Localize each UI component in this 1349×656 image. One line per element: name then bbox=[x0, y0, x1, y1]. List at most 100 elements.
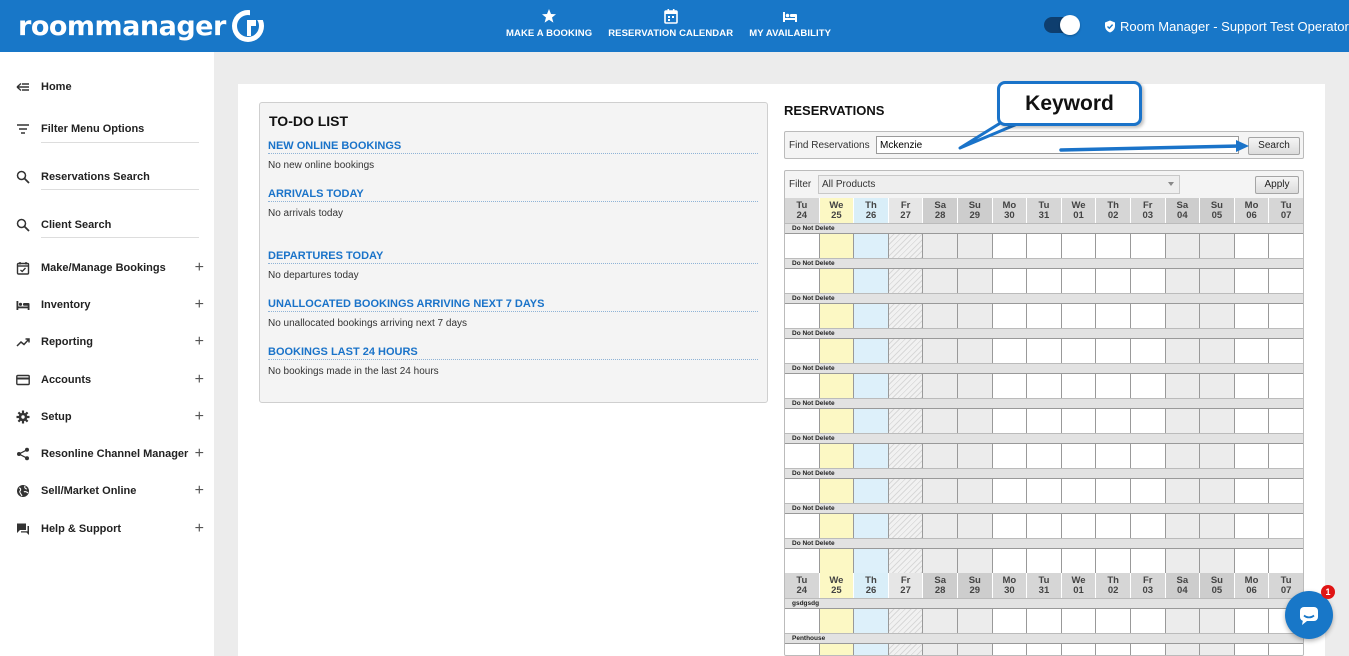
availability-cell[interactable] bbox=[1096, 444, 1131, 468]
availability-cell[interactable] bbox=[957, 444, 993, 468]
availability-cell[interactable] bbox=[854, 514, 889, 538]
availability-cell[interactable] bbox=[1096, 339, 1131, 363]
availability-cell[interactable] bbox=[1234, 444, 1270, 468]
availability-cell[interactable] bbox=[854, 234, 889, 258]
availability-cell[interactable] bbox=[1096, 479, 1131, 503]
availability-cell[interactable] bbox=[819, 304, 855, 328]
availability-cell[interactable] bbox=[1130, 514, 1166, 538]
availability-cell[interactable] bbox=[992, 644, 1028, 655]
availability-cell[interactable] bbox=[819, 644, 855, 655]
availability-cell[interactable] bbox=[1234, 374, 1270, 398]
availability-cell[interactable] bbox=[957, 479, 993, 503]
expand-plus-icon[interactable]: + bbox=[195, 520, 204, 538]
expand-plus-icon[interactable]: + bbox=[195, 408, 204, 426]
availability-cell[interactable] bbox=[1130, 409, 1166, 433]
sidebar-item-help-support[interactable]: Help & Support + bbox=[16, 519, 206, 539]
availability-cell[interactable] bbox=[957, 374, 993, 398]
availability-cell[interactable] bbox=[992, 234, 1028, 258]
availability-cell[interactable] bbox=[1027, 444, 1062, 468]
availability-cell[interactable] bbox=[992, 339, 1028, 363]
availability-cell[interactable] bbox=[1234, 609, 1270, 633]
availability-cell[interactable] bbox=[992, 269, 1028, 293]
availability-cell[interactable] bbox=[1234, 514, 1270, 538]
availability-cell[interactable] bbox=[923, 609, 958, 633]
availability-cell[interactable] bbox=[1130, 339, 1166, 363]
availability-cell[interactable] bbox=[1130, 479, 1166, 503]
availability-cell[interactable] bbox=[819, 269, 855, 293]
availability-cell[interactable] bbox=[1027, 409, 1062, 433]
availability-cell[interactable] bbox=[854, 269, 889, 293]
availability-cell[interactable] bbox=[854, 374, 889, 398]
availability-cell[interactable] bbox=[957, 549, 993, 573]
expand-plus-icon[interactable]: + bbox=[195, 259, 204, 277]
availability-cell[interactable] bbox=[1165, 644, 1201, 655]
sidebar-item-reservations-search[interactable]: Reservations Search bbox=[16, 167, 206, 187]
availability-cell[interactable] bbox=[992, 479, 1028, 503]
availability-cell[interactable] bbox=[923, 514, 958, 538]
date-header-cell[interactable]: Mo 30 bbox=[992, 198, 1028, 223]
availability-cell[interactable] bbox=[785, 479, 820, 503]
sidebar-item-sell-market-online[interactable]: Sell/Market Online + bbox=[16, 481, 206, 501]
todo-heading[interactable]: DEPARTURES TODAY bbox=[268, 250, 758, 264]
availability-cell[interactable] bbox=[854, 479, 889, 503]
availability-cell[interactable] bbox=[923, 269, 958, 293]
availability-cell[interactable] bbox=[1165, 514, 1201, 538]
date-header-cell[interactable]: Su 29 bbox=[957, 573, 993, 598]
apply-button[interactable]: Apply bbox=[1255, 176, 1299, 194]
expand-plus-icon[interactable]: + bbox=[195, 482, 204, 500]
availability-cell[interactable] bbox=[888, 304, 924, 328]
availability-cell[interactable] bbox=[1130, 234, 1166, 258]
availability-cell[interactable] bbox=[1027, 339, 1062, 363]
availability-cell[interactable] bbox=[1234, 339, 1270, 363]
date-header-cell[interactable]: Fr 27 bbox=[888, 198, 924, 223]
availability-cell[interactable] bbox=[888, 644, 924, 655]
todo-heading[interactable]: NEW ONLINE BOOKINGS bbox=[268, 140, 758, 154]
availability-cell[interactable] bbox=[1130, 644, 1166, 655]
availability-cell[interactable] bbox=[1061, 234, 1097, 258]
availability-cell[interactable] bbox=[888, 514, 924, 538]
availability-cell[interactable] bbox=[1269, 304, 1303, 328]
date-header-cell[interactable]: We 01 bbox=[1061, 198, 1097, 223]
date-header-cell[interactable]: Su 05 bbox=[1200, 573, 1235, 598]
availability-cell[interactable] bbox=[854, 409, 889, 433]
availability-cell[interactable] bbox=[992, 549, 1028, 573]
date-header-cell[interactable]: Fr 03 bbox=[1130, 198, 1166, 223]
availability-cell[interactable] bbox=[957, 609, 993, 633]
availability-cell[interactable] bbox=[1096, 609, 1131, 633]
availability-cell[interactable] bbox=[1200, 514, 1235, 538]
availability-cell[interactable] bbox=[785, 304, 820, 328]
availability-cell[interactable] bbox=[854, 644, 889, 655]
availability-cell[interactable] bbox=[1200, 234, 1235, 258]
availability-cell[interactable] bbox=[819, 339, 855, 363]
availability-cell[interactable] bbox=[1130, 374, 1166, 398]
availability-cell[interactable] bbox=[819, 234, 855, 258]
date-header-cell[interactable]: Th 02 bbox=[1096, 198, 1131, 223]
availability-cell[interactable] bbox=[785, 234, 820, 258]
availability-cell[interactable] bbox=[923, 644, 958, 655]
availability-cell[interactable] bbox=[854, 549, 889, 573]
availability-cell[interactable] bbox=[1027, 374, 1062, 398]
availability-cell[interactable] bbox=[957, 339, 993, 363]
availability-cell[interactable] bbox=[1027, 549, 1062, 573]
availability-cell[interactable] bbox=[1269, 549, 1303, 573]
date-header-cell[interactable]: Mo 06 bbox=[1234, 198, 1270, 223]
nav-make-a-booking[interactable]: MAKE A BOOKING bbox=[498, 8, 600, 39]
expand-plus-icon[interactable]: + bbox=[195, 445, 204, 463]
availability-cell[interactable] bbox=[923, 339, 958, 363]
availability-cell[interactable] bbox=[923, 374, 958, 398]
availability-cell[interactable] bbox=[1061, 339, 1097, 363]
availability-cell[interactable] bbox=[1130, 444, 1166, 468]
availability-cell[interactable] bbox=[1200, 644, 1235, 655]
date-header-cell[interactable]: Th 26 bbox=[854, 573, 889, 598]
date-header-cell[interactable]: Mo 30 bbox=[992, 573, 1028, 598]
availability-cell[interactable] bbox=[854, 339, 889, 363]
availability-cell[interactable] bbox=[923, 444, 958, 468]
availability-cell[interactable] bbox=[785, 644, 820, 655]
date-header-cell[interactable]: Su 29 bbox=[957, 198, 993, 223]
availability-cell[interactable] bbox=[1200, 609, 1235, 633]
availability-cell[interactable] bbox=[1234, 304, 1270, 328]
availability-cell[interactable] bbox=[1200, 304, 1235, 328]
date-header-cell[interactable]: Fr 03 bbox=[1130, 573, 1166, 598]
availability-cell[interactable] bbox=[1234, 479, 1270, 503]
availability-cell[interactable] bbox=[1061, 479, 1097, 503]
